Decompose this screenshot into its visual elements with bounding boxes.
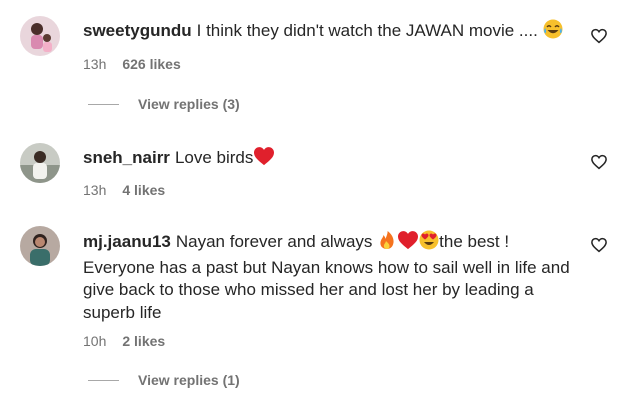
comment-likes[interactable]: 4 likes <box>122 182 165 198</box>
comment-content-before: Nayan forever and always <box>175 232 378 251</box>
avatar[interactable] <box>20 143 60 183</box>
comment-meta: 13h 626 likes <box>83 56 583 72</box>
view-replies-button[interactable]: View replies (1) <box>88 372 240 388</box>
replies-divider <box>88 103 119 105</box>
avatar-image <box>20 226 60 266</box>
laughing-tears-emoji <box>543 19 563 46</box>
comment-time: 13h <box>83 181 107 198</box>
view-replies-label: View replies (1) <box>138 372 240 388</box>
comment-body: mj.jaanu13 Nayan forever and always the b… <box>83 230 583 349</box>
fire-emoji <box>377 230 397 257</box>
comment-username[interactable]: sweetygundu <box>83 21 192 40</box>
avatar-image <box>20 143 60 183</box>
avatar-image <box>20 16 60 56</box>
comment-body: sweetygundu I think they didn't watch the… <box>83 19 583 72</box>
comment-likes[interactable]: 2 likes <box>122 333 165 349</box>
comment-content: I think they didn't watch the JAWAN movi… <box>196 21 543 40</box>
avatar[interactable] <box>20 226 60 266</box>
comment-likes[interactable]: 626 likes <box>122 56 180 72</box>
comment-text: sweetygundu I think they didn't watch the… <box>83 19 583 46</box>
comment-text: sneh_nairr Love birds <box>83 146 583 173</box>
view-replies-label: View replies (3) <box>138 96 240 112</box>
red-heart-emoji <box>253 146 275 173</box>
comment-time: 13h <box>83 55 107 72</box>
view-replies-button[interactable]: View replies (3) <box>88 96 240 112</box>
like-heart-icon[interactable] <box>590 27 608 45</box>
comment-username[interactable]: mj.jaanu13 <box>83 232 171 251</box>
comment-meta: 10h 2 likes <box>83 333 583 349</box>
like-heart-icon[interactable] <box>590 153 608 171</box>
comment-content: Love birds <box>174 148 254 167</box>
heart-eyes-emoji <box>419 230 439 257</box>
comment-username[interactable]: sneh_nairr <box>83 148 170 167</box>
like-heart-icon[interactable] <box>590 236 608 254</box>
red-heart-emoji <box>397 230 419 257</box>
comment-body: sneh_nairr Love birds 13h 4 likes <box>83 146 583 198</box>
comment-text: mj.jaanu13 Nayan forever and always the b… <box>83 230 583 324</box>
comment-meta: 13h 4 likes <box>83 182 583 198</box>
replies-divider <box>88 379 119 381</box>
avatar[interactable] <box>20 16 60 56</box>
comment-time: 10h <box>83 333 107 349</box>
